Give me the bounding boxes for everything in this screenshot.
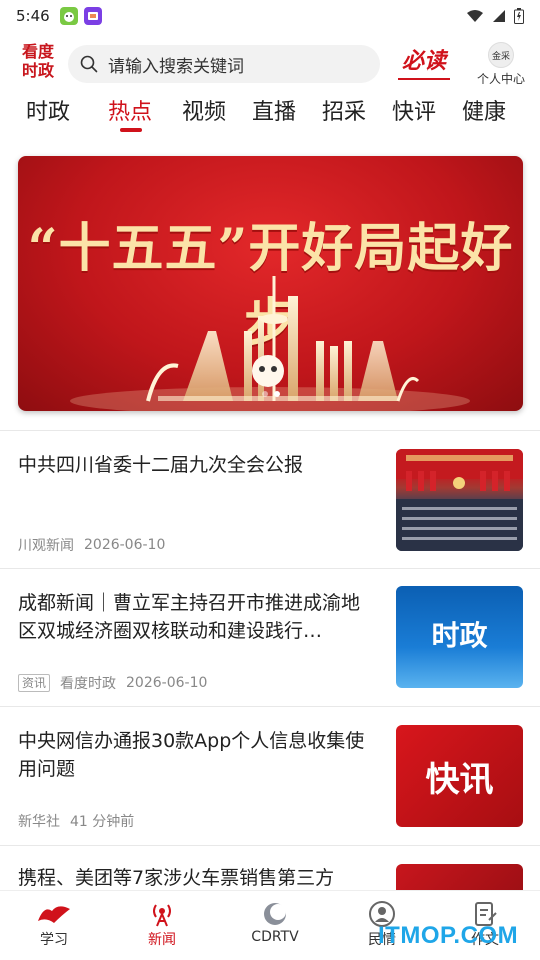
- nav-xuexi[interactable]: 学习: [14, 899, 94, 949]
- search-icon: [80, 55, 98, 73]
- app-logo[interactable]: 看度 时政: [16, 42, 60, 86]
- carousel-dot-active[interactable]: [273, 391, 280, 397]
- news-thumbnail: [396, 864, 523, 890]
- news-title: 中共四川省委十二届九次全会公报: [18, 454, 304, 476]
- user-center-button[interactable]: 金采 个人中心: [462, 42, 540, 87]
- nav-cdrtv[interactable]: CDRTV: [235, 899, 315, 945]
- nav-label: 学习: [40, 932, 68, 948]
- news-meta: 川观新闻 2026-06-10: [18, 535, 165, 555]
- news-item[interactable]: 成都新闻｜曹立军主持召开市推进成渝地区双城经济圈双核联动和建设践行… 资讯 看度…: [0, 569, 540, 707]
- tab-shipin[interactable]: 视频: [182, 94, 226, 126]
- thumbnail-text: 快讯: [425, 759, 494, 800]
- tab-zhibo[interactable]: 直播: [252, 94, 296, 126]
- status-icons: [466, 8, 524, 24]
- notification-app-icon: [59, 7, 78, 25]
- news-time: 2026-06-10: [126, 675, 208, 691]
- news-item[interactable]: 中共四川省委十二届九次全会公报 川观新闻 2026-06-10: [0, 431, 540, 569]
- news-thumbnail: [396, 449, 523, 551]
- logo-line1: 看度: [21, 42, 54, 61]
- battery-icon: [514, 8, 524, 24]
- search-placeholder: 请输入搜索关键词: [108, 56, 244, 77]
- news-meta: 新华社 41 分钟前: [18, 811, 134, 831]
- nav-label: 新闻: [148, 932, 176, 948]
- news-tag: 资讯: [18, 674, 51, 692]
- news-time: 2026-06-10: [84, 537, 166, 553]
- tab-redian[interactable]: 热点: [108, 94, 152, 126]
- logo-line2: 时政: [21, 61, 54, 80]
- news-title: 成都新闻｜曹立军主持召开市推进成渝地区双城经济圈双核联动和建设践行…: [18, 592, 361, 642]
- header: 看度 时政 请输入搜索关键词 必读 金采 个人中心: [0, 40, 540, 90]
- hero-banner[interactable]: “十五五”开好局起好步: [18, 156, 523, 411]
- thumbnail-text: 时政: [431, 619, 488, 652]
- notification-app-icon-2: [83, 7, 102, 25]
- bidu-button[interactable]: 必读: [398, 46, 450, 80]
- search-input[interactable]: 请输入搜索关键词: [68, 45, 380, 83]
- news-time: 41 分钟前: [70, 814, 135, 830]
- avatar: 金采: [488, 42, 514, 68]
- user-center-label: 个人中心: [476, 72, 525, 86]
- news-source: 看度时政: [60, 676, 117, 692]
- wifi-icon: [467, 10, 483, 22]
- status-bar: 5:46: [0, 0, 540, 32]
- news-source: 新华社: [18, 814, 60, 830]
- nav-label: CDRTV: [251, 929, 299, 945]
- news-item[interactable]: 携程、美团等7家涉火车票销售第三方: [0, 846, 540, 890]
- signal-icon: [493, 10, 505, 22]
- watermark: ITMOP.COM: [378, 922, 519, 949]
- news-meta: 资讯 看度时政 2026-06-10: [18, 673, 207, 693]
- category-tabs: 时政 热点 视频 直播 招采 快评 健康: [0, 92, 540, 136]
- nav-news[interactable]: 新闻: [122, 899, 202, 949]
- tab-shizheng[interactable]: 时政: [26, 94, 70, 126]
- tab-zhaocai[interactable]: 招采: [322, 94, 366, 126]
- active-tab-indicator: [120, 128, 142, 132]
- carousel-dot[interactable]: [261, 391, 268, 397]
- news-item[interactable]: 中央网信办通报30款App个人信息收集使用问题 新华社 41 分钟前 快讯: [0, 707, 540, 845]
- cdrtv-icon: [235, 899, 315, 929]
- skyline-illustration: [70, 276, 470, 411]
- news-source: 川观新闻: [18, 538, 74, 554]
- tab-kuaiping[interactable]: 快评: [392, 94, 436, 126]
- broadcast-icon: [122, 899, 202, 929]
- tab-jiankang[interactable]: 健康: [462, 94, 506, 126]
- news-title: 携程、美团等7家涉火车票销售第三方: [18, 867, 335, 889]
- xuexi-icon: [14, 899, 94, 929]
- carousel-dots[interactable]: [18, 391, 523, 397]
- news-title: 中央网信办通报30款App个人信息收集使用问题: [18, 730, 365, 780]
- news-thumbnail: 时政: [396, 586, 523, 688]
- news-thumbnail: 快讯: [396, 725, 523, 827]
- status-time: 5:46: [16, 7, 50, 25]
